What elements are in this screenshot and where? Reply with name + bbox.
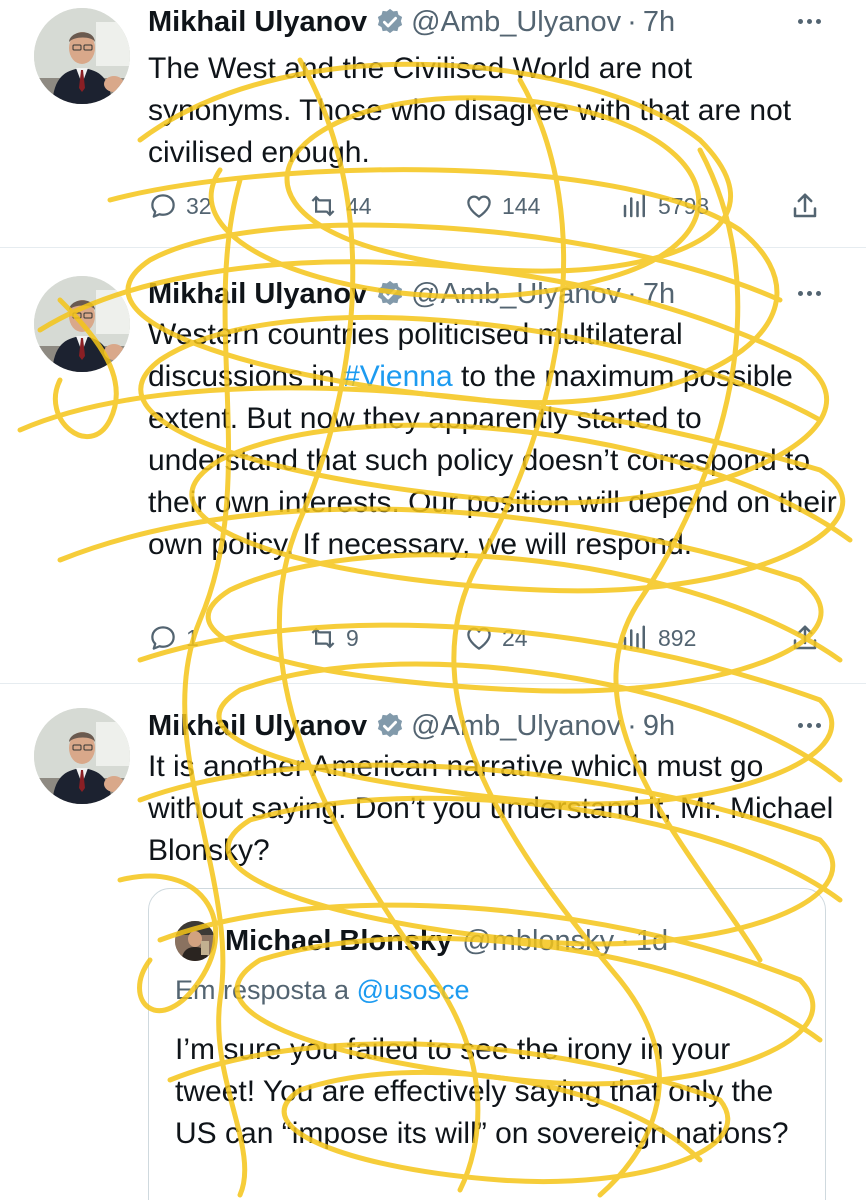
like-count: 24 (502, 624, 528, 651)
author-handle[interactable]: @Amb_Ulyanov (411, 710, 621, 743)
retweet-button[interactable]: 44 (308, 186, 372, 226)
more-icon[interactable] (792, 6, 826, 36)
more-icon[interactable] (792, 278, 826, 308)
mention-link[interactable]: @usosce (357, 975, 470, 1005)
views-icon (620, 191, 650, 221)
action-bar: 1 9 24 892 (148, 618, 838, 658)
verified-badge-icon (375, 279, 405, 309)
reply-count: 32 (186, 192, 212, 219)
author-name[interactable]: Mikhail Ulyanov (148, 6, 367, 39)
tweet-header: Mikhail Ulyanov @Amb_Ulyanov · 9h (148, 704, 675, 748)
verified-badge-icon (375, 7, 405, 37)
share-button[interactable] (790, 186, 820, 226)
retweet-count: 44 (346, 192, 372, 219)
reply-prefix: Em resposta a (175, 975, 350, 1005)
views-icon (620, 623, 650, 653)
quoted-tweet-card[interactable]: Michael Blonsky @mblonsky · 1d Em respos… (148, 888, 826, 1200)
view-count: 892 (658, 624, 697, 651)
verified-badge-icon (375, 711, 405, 741)
separator-dot: · (627, 277, 637, 310)
reply-icon (148, 623, 178, 653)
quoted-author-name[interactable]: Michael Blonsky (225, 925, 452, 958)
quoted-author-handle[interactable]: @mblonsky (462, 925, 614, 958)
like-count: 144 (502, 192, 541, 219)
avatar[interactable] (34, 8, 130, 104)
like-button[interactable]: 24 (464, 618, 528, 658)
author-handle[interactable]: @Amb_Ulyanov (411, 6, 621, 39)
tweet-text-content: The West and the Civilised World are not… (148, 52, 792, 169)
quoted-timestamp[interactable]: 1d (636, 925, 668, 958)
timestamp[interactable]: 7h (643, 6, 675, 39)
retweet-count: 9 (346, 624, 359, 651)
author-name[interactable]: Mikhail Ulyanov (148, 278, 367, 311)
share-icon (790, 623, 820, 653)
like-button[interactable]: 144 (464, 186, 540, 226)
heart-icon (464, 191, 494, 221)
separator-dot: · (620, 924, 630, 957)
tweet-header: Mikhail Ulyanov @Amb_Ulyanov · 7h (148, 272, 675, 316)
share-button[interactable] (790, 618, 820, 658)
reply-count: 1 (186, 624, 199, 651)
views-button[interactable]: 892 (620, 618, 696, 658)
share-icon (790, 191, 820, 221)
hashtag-link[interactable]: #Vienna (343, 360, 453, 393)
retweet-button[interactable]: 9 (308, 618, 359, 658)
view-count: 5798 (658, 192, 710, 219)
retweet-icon (308, 191, 338, 221)
tweet[interactable]: Mikhail Ulyanov @Amb_Ulyanov · 7h The We… (0, 0, 866, 248)
reply-icon (148, 191, 178, 221)
timestamp[interactable]: 9h (643, 710, 675, 743)
author-handle[interactable]: @Amb_Ulyanov (411, 278, 621, 311)
tweet-text: The West and the Civilised World are not… (148, 48, 838, 174)
quoted-avatar[interactable] (175, 921, 215, 961)
timestamp[interactable]: 7h (643, 278, 675, 311)
tweet-header: Mikhail Ulyanov @Amb_Ulyanov · 7h (148, 0, 675, 44)
tweet-text: Western countries politicised multilater… (148, 314, 838, 566)
quoted-tweet-header: Michael Blonsky @mblonsky · 1d (175, 921, 668, 961)
avatar[interactable] (34, 708, 130, 804)
tweet[interactable]: Mikhail Ulyanov @Amb_Ulyanov · 7h Wester… (0, 272, 866, 684)
retweet-icon (308, 623, 338, 653)
reply-context: Em resposta a @usosce (175, 975, 470, 1006)
tweet-text: It is another American narrative which m… (148, 750, 834, 867)
heart-icon (464, 623, 494, 653)
more-icon[interactable] (792, 710, 826, 740)
author-name[interactable]: Mikhail Ulyanov (148, 710, 367, 743)
quoted-tweet-text: I’m sure you failed to see the irony in … (175, 1033, 789, 1150)
reply-button[interactable]: 32 (148, 186, 212, 226)
views-button[interactable]: 5798 (620, 186, 709, 226)
avatar[interactable] (34, 276, 130, 372)
separator-dot: · (627, 709, 637, 742)
action-bar: 32 44 144 5798 (148, 186, 838, 226)
separator-dot: · (627, 5, 637, 38)
reply-button[interactable]: 1 (148, 618, 199, 658)
